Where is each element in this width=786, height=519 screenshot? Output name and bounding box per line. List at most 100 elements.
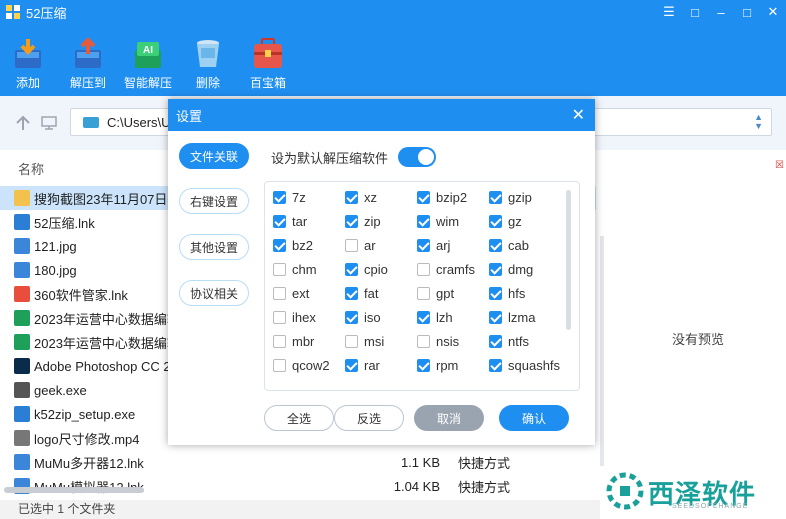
- confirm-button[interactable]: 确认: [499, 405, 569, 431]
- format-checkbox[interactable]: iso: [345, 310, 381, 325]
- select-all-button[interactable]: 全选: [264, 405, 334, 431]
- checkbox-icon[interactable]: [273, 311, 286, 324]
- ad-close-icon[interactable]: ☒: [775, 160, 784, 171]
- tab-file-association[interactable]: 文件关联: [179, 143, 249, 169]
- format-label: ntfs: [508, 334, 529, 349]
- checkbox-icon[interactable]: [345, 335, 358, 348]
- format-checkbox[interactable]: rpm: [417, 358, 458, 373]
- default-app-toggle[interactable]: [398, 147, 437, 167]
- toolbox-button[interactable]: 百宝箱: [238, 24, 298, 96]
- checkbox-icon[interactable]: [273, 287, 286, 300]
- format-checkbox[interactable]: ar: [345, 238, 376, 253]
- dialog-close-icon[interactable]: ✕: [572, 105, 585, 125]
- feedback-icon[interactable]: □: [682, 0, 708, 24]
- format-checkbox[interactable]: arj: [417, 238, 450, 253]
- format-checkbox[interactable]: gzip: [489, 190, 532, 205]
- checkbox-icon[interactable]: [489, 239, 502, 252]
- checkbox-icon[interactable]: [345, 239, 358, 252]
- checkbox-icon[interactable]: [345, 287, 358, 300]
- checkbox-icon[interactable]: [273, 191, 286, 204]
- checkbox-icon[interactable]: [345, 263, 358, 276]
- title-bar: 52压缩 ☰ □ – □ ✕: [0, 0, 786, 24]
- add-button[interactable]: 添加: [0, 24, 58, 96]
- format-checkbox[interactable]: dmg: [489, 262, 533, 277]
- format-checkbox[interactable]: mbr: [273, 334, 314, 349]
- format-checkbox[interactable]: squashfs: [489, 358, 560, 373]
- checkbox-icon[interactable]: [273, 215, 286, 228]
- format-checkbox[interactable]: cab: [489, 238, 529, 253]
- file-row[interactable]: MuMu多开器12.lnk 1.1 KB 快捷方式: [0, 450, 596, 474]
- format-checkbox[interactable]: ihex: [273, 310, 316, 325]
- format-checkbox[interactable]: zip: [345, 214, 381, 229]
- format-list-scrollbar[interactable]: [566, 190, 571, 330]
- format-checkbox[interactable]: cpio: [345, 262, 388, 277]
- format-checkbox[interactable]: ntfs: [489, 334, 529, 349]
- checkbox-icon[interactable]: [345, 359, 358, 372]
- watermark-subtext: SEEDSOFCHANGE: [672, 503, 749, 510]
- format-checkbox[interactable]: bz2: [273, 238, 313, 253]
- minimize-icon[interactable]: –: [708, 0, 734, 24]
- scrollbar-thumb[interactable]: [4, 487, 144, 493]
- format-checkbox[interactable]: rar: [345, 358, 380, 373]
- checkbox-icon[interactable]: [417, 311, 430, 324]
- checkbox-icon[interactable]: [417, 215, 430, 228]
- checkbox-icon[interactable]: [273, 239, 286, 252]
- checkbox-icon[interactable]: [489, 191, 502, 204]
- format-checkbox[interactable]: lzma: [489, 310, 535, 325]
- computer-icon[interactable]: [40, 114, 58, 132]
- horizontal-scrollbar[interactable]: [4, 486, 586, 494]
- format-checkbox[interactable]: gpt: [417, 286, 454, 301]
- tab-other-settings[interactable]: 其他设置: [179, 234, 249, 260]
- format-checkbox[interactable]: nsis: [417, 334, 459, 349]
- address-dropdown-icon[interactable]: ▲ ▼: [754, 113, 763, 131]
- default-app-label: 设为默认解压缩软件: [271, 150, 389, 166]
- checkbox-icon[interactable]: [489, 311, 502, 324]
- format-label: lzh: [436, 310, 453, 325]
- format-label: zip: [364, 214, 381, 229]
- checkbox-icon[interactable]: [345, 215, 358, 228]
- checkbox-icon[interactable]: [489, 215, 502, 228]
- format-checkbox[interactable]: gz: [489, 214, 522, 229]
- format-checkbox[interactable]: lzh: [417, 310, 453, 325]
- checkbox-icon[interactable]: [345, 191, 358, 204]
- format-checkbox[interactable]: tar: [273, 214, 307, 229]
- tab-context-menu[interactable]: 右键设置: [179, 188, 249, 214]
- vertical-scrollbar[interactable]: [600, 236, 604, 466]
- format-checkbox[interactable]: qcow2: [273, 358, 330, 373]
- checkbox-icon[interactable]: [417, 239, 430, 252]
- checkbox-icon[interactable]: [273, 263, 286, 276]
- checkbox-icon[interactable]: [489, 335, 502, 348]
- format-checkbox[interactable]: bzip2: [417, 190, 467, 205]
- format-checkbox[interactable]: ext: [273, 286, 309, 301]
- close-icon[interactable]: ✕: [760, 0, 786, 24]
- format-checkbox[interactable]: wim: [417, 214, 459, 229]
- format-checkbox[interactable]: xz: [345, 190, 377, 205]
- extract-to-button[interactable]: 解压到: [58, 24, 118, 96]
- tab-protocol[interactable]: 协议相关: [179, 280, 249, 306]
- format-checkbox[interactable]: msi: [345, 334, 384, 349]
- format-checkbox[interactable]: 7z: [273, 190, 306, 205]
- checkbox-icon[interactable]: [417, 263, 430, 276]
- menu-icon[interactable]: ☰: [656, 0, 682, 24]
- checkbox-icon[interactable]: [345, 311, 358, 324]
- format-checkbox[interactable]: chm: [273, 262, 317, 277]
- invert-selection-button[interactable]: 反选: [334, 405, 404, 431]
- checkbox-icon[interactable]: [417, 335, 430, 348]
- checkbox-icon[interactable]: [273, 359, 286, 372]
- checkbox-icon[interactable]: [489, 263, 502, 276]
- format-checkbox[interactable]: hfs: [489, 286, 525, 301]
- format-checkbox[interactable]: fat: [345, 286, 378, 301]
- delete-button[interactable]: 删除: [178, 24, 238, 96]
- smart-extract-button[interactable]: AI 智能解压: [118, 24, 178, 96]
- file-name: Adobe Photoshop CC 2: [34, 358, 171, 374]
- checkbox-icon[interactable]: [417, 359, 430, 372]
- maximize-icon[interactable]: □: [734, 0, 760, 24]
- up-arrow-icon[interactable]: [14, 114, 32, 132]
- checkbox-icon[interactable]: [489, 359, 502, 372]
- cancel-button[interactable]: 取消: [414, 405, 484, 431]
- checkbox-icon[interactable]: [489, 287, 502, 300]
- checkbox-icon[interactable]: [417, 191, 430, 204]
- checkbox-icon[interactable]: [417, 287, 430, 300]
- format-checkbox[interactable]: cramfs: [417, 262, 475, 277]
- checkbox-icon[interactable]: [273, 335, 286, 348]
